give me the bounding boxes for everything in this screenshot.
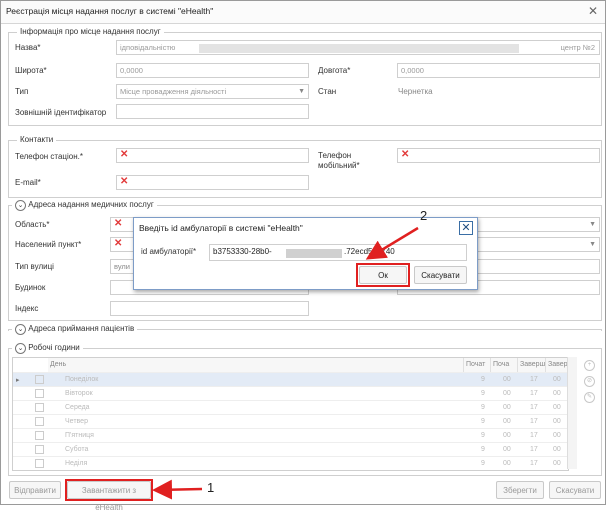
annotation-marker-1: 1 (207, 480, 215, 495)
arrow-to-load-button (152, 479, 203, 500)
annotation-marker-2: 2 (420, 208, 428, 223)
annotation-arrows (152, 226, 419, 500)
arrow-to-ok-button (365, 226, 419, 260)
